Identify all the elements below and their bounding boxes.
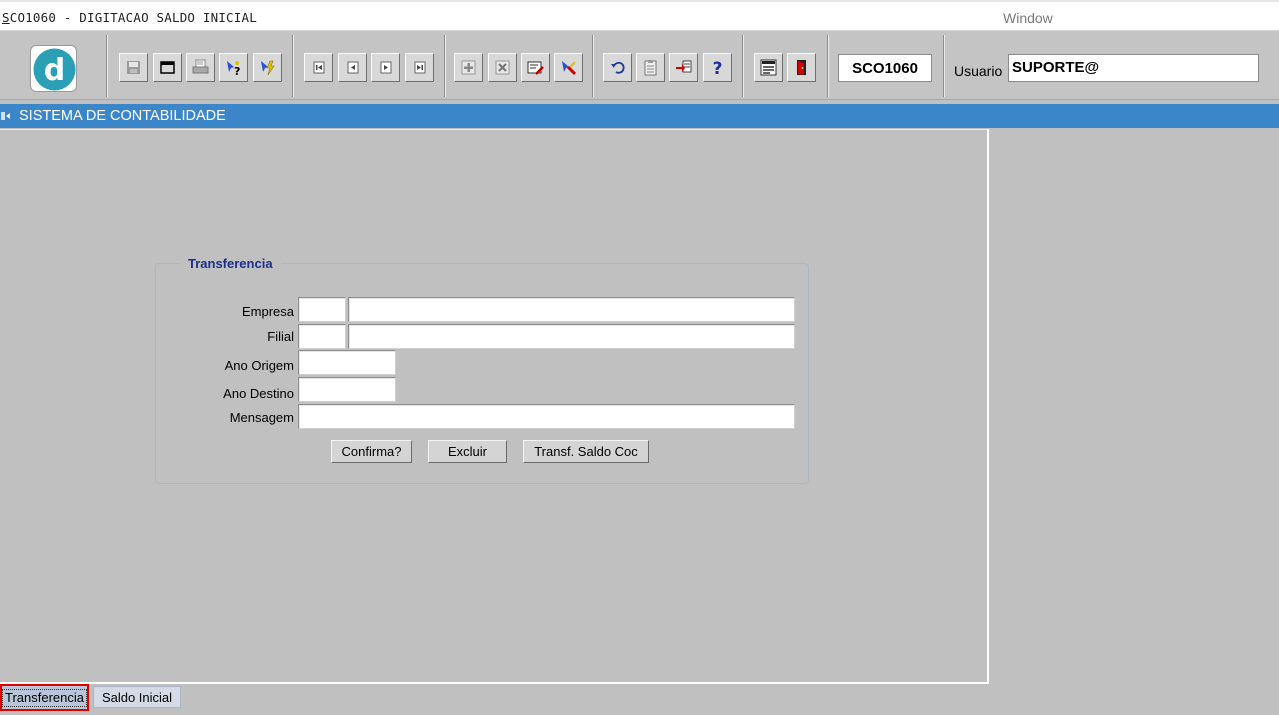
empresa-code-field[interactable] xyxy=(298,297,346,322)
undo-icon xyxy=(611,61,625,74)
logo-icon: d xyxy=(33,48,76,91)
user-field: SUPORTE@ xyxy=(1008,54,1259,82)
tab-saldo-inicial[interactable]: Saldo Inicial xyxy=(93,686,181,708)
ano-origem-label: Ano Origem xyxy=(224,358,294,373)
save-button[interactable] xyxy=(119,53,148,82)
first-record-button[interactable] xyxy=(304,53,333,82)
execute-query-button[interactable] xyxy=(253,53,282,82)
ano-destino-field[interactable] xyxy=(298,377,396,402)
print-button[interactable] xyxy=(186,53,215,82)
header-bar: SISTEMA DE CONTABILIDADE xyxy=(0,104,1279,128)
query-help-icon: ? xyxy=(227,61,240,77)
toolbar: d ? ? SCO1060 Usuario SUPORTE@ xyxy=(0,30,1279,100)
exit-icon xyxy=(797,60,806,75)
svg-text:?: ? xyxy=(713,59,723,77)
tab-transferencia[interactable]: Transferencia xyxy=(0,684,89,711)
system-title: SISTEMA DE CONTABILIDADE xyxy=(19,108,226,124)
transf-saldo-button[interactable]: Transf. Saldo Coc xyxy=(523,440,649,463)
last-record-button[interactable] xyxy=(405,53,434,82)
form-code-field: SCO1060 xyxy=(838,54,932,82)
filial-code-field[interactable] xyxy=(298,324,346,349)
toolbar-separator xyxy=(943,35,945,97)
exit-button[interactable] xyxy=(787,53,816,82)
filial-name-field[interactable] xyxy=(348,324,795,349)
window-button[interactable] xyxy=(153,53,182,82)
group-title: Transferencia xyxy=(180,256,281,271)
toolbar-separator xyxy=(827,35,829,97)
confirma-button[interactable]: Confirma? xyxy=(331,440,412,463)
delete-record-button[interactable] xyxy=(488,53,517,82)
toolbar-separator xyxy=(444,35,446,97)
excluir-button[interactable]: Excluir xyxy=(428,440,507,463)
tab-transferencia-label: Transferencia xyxy=(2,688,87,707)
print-icon xyxy=(192,59,209,74)
edit-record-icon xyxy=(527,61,544,75)
previous-record-icon xyxy=(347,61,359,74)
clear-record-button[interactable] xyxy=(554,53,583,82)
edit-record-button[interactable] xyxy=(521,53,550,82)
delete-record-icon xyxy=(495,60,510,75)
toolbar-separator xyxy=(292,35,294,97)
toolbar-separator xyxy=(742,35,744,97)
execute-query-icon xyxy=(261,60,275,76)
svg-text:?: ? xyxy=(234,65,240,77)
help-button[interactable]: ? xyxy=(703,53,732,82)
empresa-label: Empresa xyxy=(241,304,294,319)
undo-button[interactable] xyxy=(603,53,632,82)
save-icon xyxy=(127,61,140,74)
mensagem-field[interactable] xyxy=(298,404,795,429)
list-values-button[interactable] xyxy=(669,53,698,82)
next-record-button[interactable] xyxy=(371,53,400,82)
svg-text:d: d xyxy=(44,53,65,88)
help-icon: ? xyxy=(713,59,723,77)
ano-destino-label: Ano Destino xyxy=(223,386,294,401)
ano-origem-field[interactable] xyxy=(298,350,396,375)
insert-record-button[interactable] xyxy=(454,53,483,82)
window-state-icon xyxy=(1,112,10,120)
toolbar-separator xyxy=(592,35,594,97)
toolbar-separator xyxy=(106,35,108,97)
last-record-icon xyxy=(414,61,426,74)
title-bar: SCO1060 - DIGITACAO SALDO INICIAL Window xyxy=(0,0,1279,30)
empresa-name-field[interactable] xyxy=(348,297,795,322)
list-values-icon xyxy=(676,60,692,73)
window-title: SCO1060 - DIGITACAO SALDO INICIAL xyxy=(2,10,257,25)
clear-record-icon xyxy=(562,61,577,76)
app-logo: d xyxy=(30,45,77,92)
menu-button[interactable] xyxy=(754,53,783,82)
next-record-icon xyxy=(380,61,392,74)
user-label: Usuario xyxy=(954,63,1003,79)
first-record-icon xyxy=(313,61,325,74)
query-help-button[interactable]: ? xyxy=(219,53,248,82)
insert-record-icon xyxy=(461,60,476,75)
copy-button[interactable] xyxy=(636,53,665,82)
window-icon xyxy=(160,61,175,74)
menu-icon xyxy=(760,59,777,76)
copy-icon xyxy=(644,60,657,76)
filial-label: Filial xyxy=(267,329,294,344)
mensagem-label: Mensagem xyxy=(229,410,294,425)
menu-window[interactable]: Window xyxy=(1003,10,1053,26)
previous-record-button[interactable] xyxy=(338,53,367,82)
